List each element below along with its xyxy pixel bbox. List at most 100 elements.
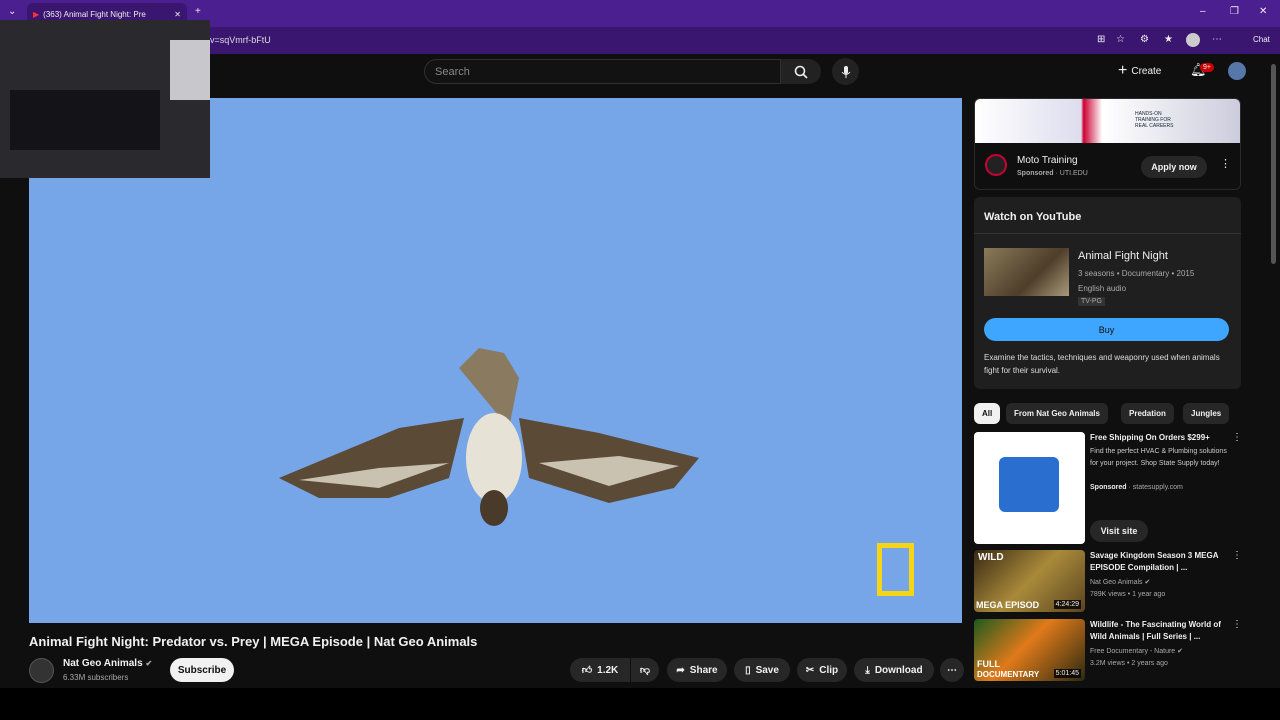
app-icon[interactable]: ⊞: [1097, 34, 1105, 45]
chip-from-natgeo[interactable]: From Nat Geo Animals: [1006, 403, 1108, 424]
scissors-icon: ✂: [805, 664, 815, 676]
chip-all[interactable]: All: [974, 403, 1001, 424]
plus-icon: +: [1118, 62, 1128, 79]
download-button[interactable]: ⤓ Download: [854, 658, 934, 682]
sidebar-ad[interactable]: HANDS-ON TRAINING FOR REAL CAREERS Moto …: [974, 98, 1241, 190]
recommendation-item[interactable]: WILD MEGA EPISOD 4:24:29 Savage Kingdom …: [974, 550, 1274, 612]
chip-jungles[interactable]: Jungles: [1183, 403, 1230, 424]
voice-search-button[interactable]: [832, 58, 859, 85]
rec-title: Savage Kingdom Season 3 MEGA EPISODE Com…: [1090, 551, 1219, 572]
rec-domain: statesupply.com: [1132, 484, 1183, 491]
uti-logo-icon: [985, 154, 1007, 176]
new-tab-icon[interactable]: +: [195, 6, 201, 17]
share-icon: ➦: [676, 664, 685, 676]
thumbs-down-icon: 👎︎: [639, 665, 651, 676]
account-avatar[interactable]: [1228, 62, 1246, 80]
dislike-button[interactable]: 👎︎: [631, 658, 659, 682]
chip-predation[interactable]: Predation: [1121, 403, 1174, 424]
natgeo-logo-icon: [877, 543, 914, 596]
window-blinds-image: [170, 40, 210, 100]
window-close-icon[interactable]: ✕: [1259, 6, 1267, 17]
rec-channel: Free Documentary - Nature ✔: [1090, 647, 1183, 655]
rec-title: Wildlife - The Fascinating World of Wild…: [1090, 620, 1221, 641]
rec-meta: 789K views • 1 year ago: [1090, 591, 1166, 598]
rec-menu-icon[interactable]: ⋮: [1232, 432, 1242, 443]
thumb-text-bottom: MEGA EPISOD: [976, 600, 1040, 610]
apply-now-button[interactable]: Apply now: [1141, 156, 1207, 178]
bookmark-icon: ▯: [745, 664, 751, 676]
create-button[interactable]: + Create: [1118, 62, 1161, 80]
hvac-unit-image: [999, 457, 1059, 512]
rating-badge: TV-PG: [1078, 297, 1106, 306]
microphone-icon: [841, 65, 850, 78]
channel-name[interactable]: Nat Geo Animals ✔: [63, 658, 152, 669]
ad-title: Moto Training: [1017, 155, 1078, 166]
rec-menu-icon[interactable]: ⋮: [1232, 619, 1242, 630]
more-icon[interactable]: ⋯: [1212, 34, 1222, 45]
favorite-star-icon[interactable]: ☆: [1116, 34, 1125, 45]
duration-badge: 5:01:45: [1053, 669, 1081, 678]
verified-icon: ✔: [1177, 648, 1184, 655]
rec-meta: 3.2M views • 2 years ago: [1090, 660, 1168, 667]
verified-icon: ✔: [145, 659, 153, 668]
osprey-image: [279, 348, 699, 526]
download-label: Download: [874, 664, 923, 676]
collections-icon[interactable]: ★: [1164, 34, 1173, 45]
thumbs-up-icon: 👍︎: [581, 665, 593, 676]
page-scrollbar[interactable]: [1268, 54, 1280, 688]
thumb-text-bottom: DOCUMENTARY: [977, 670, 1040, 679]
chat-button[interactable]: Chat: [1253, 35, 1270, 44]
visit-site-button[interactable]: Visit site: [1090, 520, 1148, 542]
save-button[interactable]: ▯ Save: [734, 658, 790, 682]
duration-badge: 4:24:29: [1053, 600, 1081, 609]
like-count: 1.2K: [597, 664, 619, 676]
rec-channel-name: Free Documentary - Nature: [1090, 648, 1176, 655]
more-horizontal-icon: ⋯: [947, 664, 957, 676]
extensions-icon[interactable]: ⚙: [1140, 34, 1149, 45]
ad-banner-image: HANDS-ON TRAINING FOR REAL CAREERS: [975, 99, 1240, 143]
ad-sponsor-line: Sponsored · UTI.EDU: [1017, 170, 1088, 177]
like-button[interactable]: 👍︎ 1.2K: [570, 658, 630, 682]
rec-sponsored: Sponsored: [1090, 484, 1127, 491]
show-meta: 3 seasons • Documentary • 2015: [1078, 269, 1195, 278]
subscribe-button[interactable]: Subscribe: [170, 658, 234, 682]
clip-label: Clip: [819, 664, 839, 676]
clip-button[interactable]: ✂ Clip: [797, 658, 847, 682]
sponsored-recommendation[interactable]: Free Shipping On Orders $299+ Find the p…: [974, 432, 1274, 544]
ad-menu-icon[interactable]: ⋮: [1220, 157, 1231, 170]
channel-avatar[interactable]: [29, 658, 54, 683]
tiger-thumbnail: FULL DOCUMENTARY 5:01:45: [974, 619, 1085, 681]
show-description: Examine the tactics, techniques and weap…: [984, 353, 1220, 375]
more-actions-button[interactable]: ⋯: [940, 658, 964, 682]
minimize-icon[interactable]: –: [1200, 6, 1206, 17]
buy-button[interactable]: Buy: [984, 318, 1229, 341]
rec-title: Free Shipping On Orders $299+: [1090, 433, 1210, 442]
youtube-favicon-icon: ▶: [33, 9, 40, 19]
show-title[interactable]: Animal Fight Night: [1078, 250, 1168, 262]
share-button[interactable]: ➦ Share: [667, 658, 727, 682]
thumb-text-top: WILD: [978, 552, 1004, 563]
thumb-text-top: FULL: [977, 659, 1000, 669]
rec-body: Find the perfect HVAC & Plumbing solutio…: [1090, 448, 1227, 467]
restore-icon[interactable]: ❐: [1230, 6, 1239, 17]
close-tab-icon[interactable]: ✕: [174, 10, 181, 19]
ad-sponsored: Sponsored: [1017, 170, 1054, 177]
subscriber-count: 6.33M subscribers: [63, 673, 129, 682]
url-field[interactable]: v=sqVmrf-bFtU: [210, 35, 271, 45]
ad-banner-text: HANDS-ON TRAINING FOR REAL CAREERS: [1135, 111, 1174, 129]
rec-menu-icon[interactable]: ⋮: [1232, 550, 1242, 561]
tab-menu-icon[interactable]: ⌄: [8, 6, 16, 17]
search-button[interactable]: [781, 59, 821, 84]
hvac-product-thumbnail: [974, 432, 1085, 544]
channel-name-text: Nat Geo Animals: [63, 658, 143, 669]
rec-channel-name: Nat Geo Animals: [1090, 579, 1143, 586]
video-title: Animal Fight Night: Predator vs. Prey | …: [29, 634, 478, 649]
webcam-overlay-image: [0, 20, 210, 178]
tab-title: (363) Animal Fight Night: Pre: [43, 9, 146, 19]
search-input[interactable]: Search: [424, 59, 781, 84]
profile-avatar[interactable]: [1186, 33, 1200, 47]
recommendation-item[interactable]: FULL DOCUMENTARY 5:01:45 Wildlife - The …: [974, 619, 1274, 681]
scrollbar-thumb[interactable]: [1271, 64, 1276, 264]
search-icon: [794, 65, 808, 79]
show-thumbnail[interactable]: [984, 248, 1069, 296]
